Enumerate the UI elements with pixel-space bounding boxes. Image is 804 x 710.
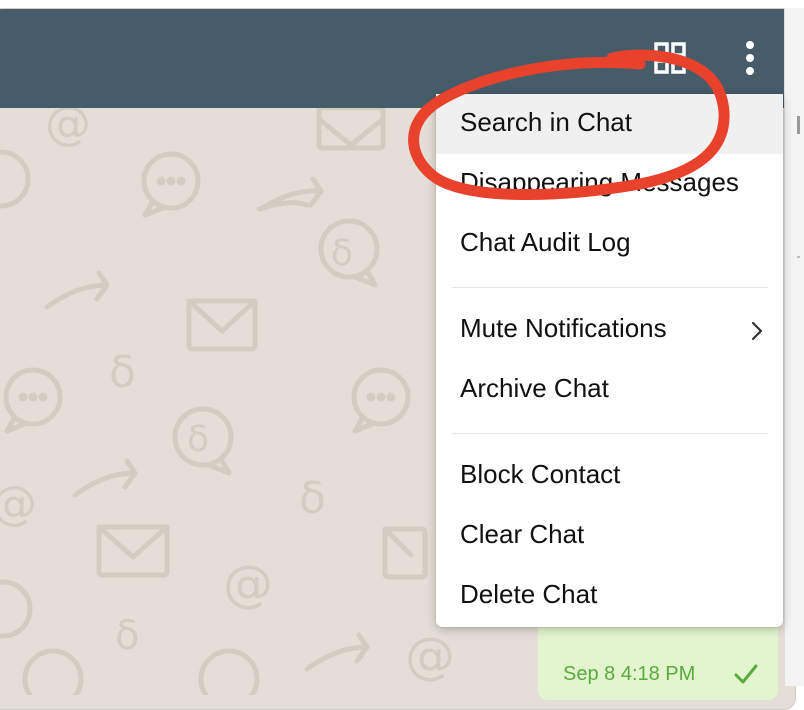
menu-item-disappearing-messages[interactable]: Disappearing Messages: [436, 154, 783, 214]
forward-arrow-icon: [304, 632, 370, 672]
menu-item-label: Chat Audit Log: [460, 227, 631, 257]
menu-item-delete-chat[interactable]: Delete Chat: [436, 566, 783, 626]
message-timestamp: Sep 8 4:18 PM: [563, 663, 696, 685]
menu-item-label: Delete Chat: [460, 579, 598, 609]
delta-icon: [318, 218, 380, 288]
at-icon: @: [223, 555, 273, 613]
delta-icon: [172, 406, 234, 476]
forward-arrow-icon: [44, 270, 110, 310]
delta-icon: δ: [299, 473, 326, 524]
forward-arrow-icon: [256, 176, 324, 212]
grid-icon[interactable]: [654, 42, 686, 74]
chat-options-menu: Search in Chat Disappearing Messages Cha…: [436, 94, 783, 627]
mail-icon: [382, 526, 428, 580]
delta-icon: δ: [331, 233, 353, 274]
mail-icon: [96, 524, 170, 578]
menu-item-label: Clear Chat: [460, 519, 585, 549]
menu-item-label: Archive Chat: [460, 373, 609, 403]
chat-bubble-icon: [0, 149, 31, 209]
menu-item-label: Search in Chat: [460, 107, 632, 137]
delta-icon: [22, 648, 84, 695]
scroll-mark: [797, 116, 800, 134]
chat-bubble-icon: [351, 367, 411, 434]
menu-item-search-in-chat[interactable]: Search in Chat: [436, 94, 783, 154]
delta-icon: δ: [187, 419, 209, 460]
forward-arrow-icon: [72, 458, 138, 498]
chevron-right-icon: [751, 321, 763, 341]
menu-item-chat-audit-log[interactable]: Chat Audit Log: [436, 214, 783, 274]
scroll-mark: [797, 256, 800, 258]
menu-item-label: Mute Notifications: [460, 313, 667, 343]
menu-item-mute-notifications[interactable]: Mute Notifications: [436, 300, 783, 360]
menu-divider: [452, 433, 768, 434]
delta-icon: δ: [109, 347, 136, 398]
mail-icon: [316, 105, 386, 151]
chat-bubble-icon: [0, 579, 33, 639]
menu-divider: [452, 287, 768, 288]
at-icon: @: [0, 476, 37, 530]
menu-item-block-contact[interactable]: Block Contact: [436, 446, 783, 506]
menu-item-clear-chat[interactable]: Clear Chat: [436, 506, 783, 566]
delta-icon: [198, 648, 260, 695]
at-icon: @: [405, 627, 455, 685]
menu-item-label: Disappearing Messages: [460, 167, 739, 197]
menu-item-label: Block Contact: [460, 459, 621, 489]
more-vertical-icon[interactable]: [738, 40, 762, 78]
mail-icon: [186, 298, 258, 352]
delta-icon: δ: [115, 613, 139, 659]
side-scroll-strip[interactable]: [784, 8, 804, 686]
check-icon: [734, 664, 758, 684]
chat-bubble-icon: [141, 151, 201, 218]
menu-item-archive-chat[interactable]: Archive Chat: [436, 360, 783, 420]
chat-bubble-icon: [3, 367, 63, 434]
